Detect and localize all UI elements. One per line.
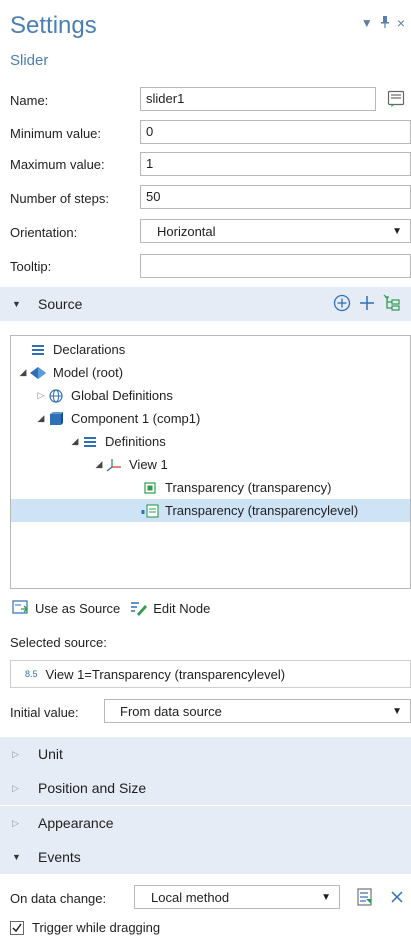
section-appearance[interactable]: ▷ Appearance [0,806,411,840]
tree-item-label: Declarations [53,342,126,357]
collapse-arrow-icon: ▼ [12,299,21,309]
expanded-arrow-icon[interactable]: ◢ [69,436,81,447]
remove-method-button[interactable] [384,884,410,910]
expanded-arrow-icon[interactable]: ◢ [93,459,105,470]
tree-item-model[interactable]: ◢ Model (root) [17,361,124,384]
tree-toolbar: Use as Source Edit Node [12,600,210,616]
name-field[interactable]: slider1 [140,87,376,111]
parameter-icon [141,503,159,518]
trigger-label: Trigger while dragging [32,920,161,935]
min-field[interactable]: 0 [140,120,411,144]
use-as-source-label: Use as Source [35,600,121,616]
expand-arrow-icon: ▷ [12,748,19,759]
edit-method-button[interactable] [352,884,378,910]
add-circle-icon[interactable] [333,294,351,315]
tree-item-label: Global Definitions [71,388,173,403]
list-icon [81,435,99,449]
tree-item-transparency[interactable]: Transparency (transparency) [141,476,331,499]
tree-item-label: View 1 [129,457,168,472]
transparency-icon [141,481,159,495]
trigger-checkbox[interactable] [10,920,24,935]
source-badge: 8.5 [25,669,38,679]
section-events[interactable]: ▼ Events [0,840,411,874]
component-icon [47,411,65,426]
section-unit-label: Unit [38,746,63,762]
view-axes-icon [105,458,123,472]
add-icon[interactable] [359,295,375,314]
model-icon [29,366,47,380]
tooltip-field[interactable] [140,254,411,278]
initial-value-label: Initial value: [10,705,79,720]
edit-node-label: Edit Node [153,600,211,616]
edit-node-icon [131,602,148,616]
edit-method-icon [357,888,372,906]
dropdown-arrow-icon[interactable]: ▼ [361,17,373,29]
window-controls: ▼ × [361,16,405,30]
section-unit[interactable]: ▷ Unit [0,737,411,771]
orientation-label: Orientation: [10,225,78,240]
trigger-while-dragging[interactable]: Trigger while dragging [10,920,160,935]
tree-item-label: Transparency (transparency) [165,480,332,495]
section-position-label: Position and Size [38,780,147,796]
max-label: Maximum value: [10,157,105,172]
tree-item-label: Component 1 (comp1) [71,411,201,426]
chevron-down-icon: ▼ [392,705,402,717]
chevron-down-icon: ▼ [392,225,402,237]
orientation-value: Horizontal [157,223,216,239]
tree-item-definitions[interactable]: ◢ Definitions [69,430,166,453]
orientation-select[interactable]: Horizontal ▼ [140,219,411,243]
close-icon [391,891,403,903]
steps-label: Number of steps: [10,191,109,206]
section-events-label: Events [38,849,81,865]
checkmark-icon [12,923,22,932]
section-position[interactable]: ▷ Position and Size [0,771,411,805]
initial-value-select[interactable]: From data source ▼ [104,699,411,723]
use-as-source-button[interactable]: Use as Source [12,600,120,616]
note-icon [387,90,405,107]
expanded-arrow-icon[interactable]: ◢ [17,367,29,378]
tree-filter-icon[interactable] [383,294,401,315]
tree-item-component[interactable]: ◢ Component 1 (comp1) [35,407,201,430]
min-label: Minimum value: [10,126,102,141]
chevron-down-icon: ▼ [321,891,331,903]
source-tree[interactable]: Declarations ◢ Model (root) ▷ Global Def… [10,335,411,589]
section-appearance-label: Appearance [38,815,114,831]
expanded-arrow-icon[interactable]: ◢ [35,413,47,424]
tree-item-declarations[interactable]: Declarations [29,338,125,361]
steps-field[interactable]: 50 [140,185,411,209]
tree-item-view[interactable]: ◢ View 1 [93,453,168,476]
tooltip-label: Tooltip: [10,259,52,274]
edit-node-button[interactable]: Edit Node [130,600,210,616]
use-as-source-icon [12,600,28,614]
selected-source-field: 8.5 View 1=Transparency (transparencylev… [10,660,411,688]
on-data-change-value: Local method [151,889,230,905]
expand-arrow-icon: ▷ [12,817,19,828]
globe-icon [47,388,65,403]
source-tools [333,294,401,315]
on-data-change-select[interactable]: Local method ▼ [134,885,340,909]
name-label: Name: [10,93,49,108]
max-field[interactable]: 1 [140,152,411,176]
tree-item-label: Model (root) [53,365,124,380]
initial-value-value: From data source [120,703,222,719]
expand-arrow-icon: ▷ [12,782,19,793]
selected-source-label: Selected source: [10,635,107,650]
close-icon[interactable]: × [397,16,405,30]
page-title: Settings [10,12,97,39]
tree-item-transparency-level[interactable]: Transparency (transparencylevel) [11,499,410,522]
tree-item-label: Definitions [105,434,166,449]
collapse-arrow-icon: ▼ [12,852,21,862]
list-icon [29,343,47,357]
tree-item-global-definitions[interactable]: ▷ Global Definitions [35,384,173,407]
collapsed-arrow-icon[interactable]: ▷ [35,390,47,401]
selected-source-value: View 1=Transparency (transparencylevel) [45,666,286,682]
tree-item-label: Transparency (transparencylevel) [165,503,359,518]
page-subtitle: Slider [10,52,49,69]
edit-note-button[interactable] [383,86,409,112]
section-source-label: Source [38,296,83,312]
pin-icon[interactable] [380,16,390,30]
on-data-change-label: On data change: [10,891,107,906]
